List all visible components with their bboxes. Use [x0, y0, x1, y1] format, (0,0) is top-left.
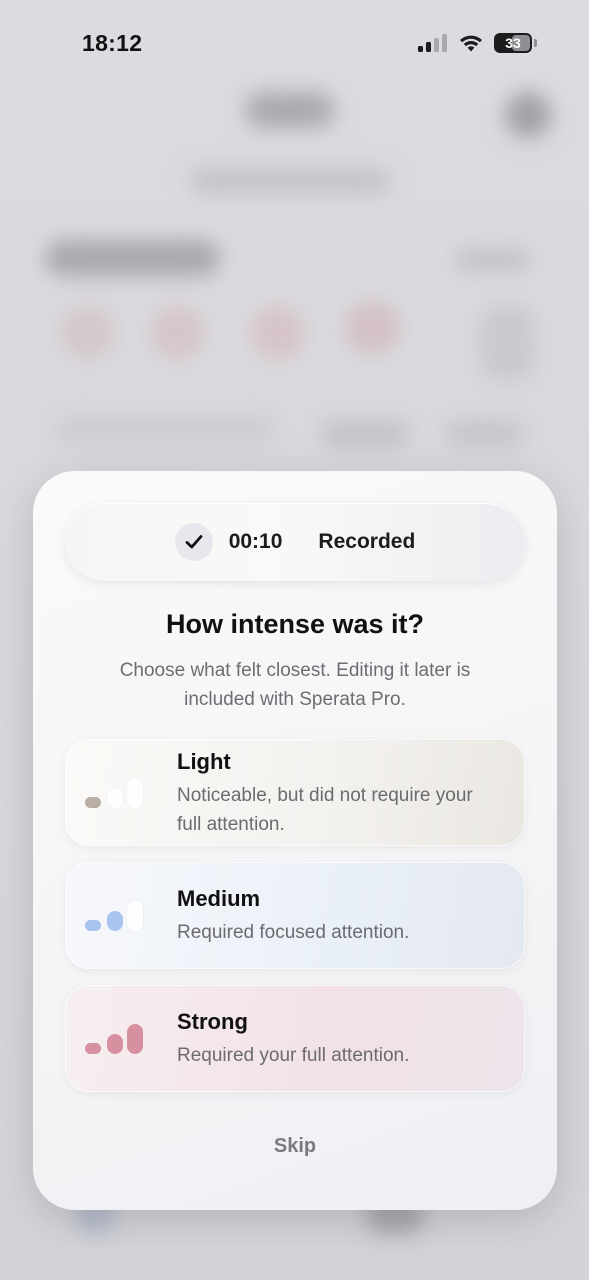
intensity-bar	[107, 911, 123, 931]
option-description: Required your full attention.	[177, 1045, 410, 1066]
battery-tip	[534, 39, 537, 47]
recording-status: Recorded	[318, 530, 416, 553]
bg-blur-chip	[445, 420, 525, 448]
bg-blur-circle	[345, 300, 400, 355]
bg-blur-text	[55, 415, 275, 445]
option-label: Strong	[177, 1009, 248, 1034]
intensity-bar	[85, 920, 101, 931]
battery-level: 33	[505, 35, 521, 51]
recording-duration: 00:10	[228, 530, 283, 553]
battery-icon: 33	[494, 33, 532, 53]
intensity-bars-icon	[85, 774, 147, 808]
bg-blur-circle	[60, 305, 115, 360]
signal-icon	[418, 34, 447, 52]
option-description: Required focused attention.	[177, 922, 410, 943]
bg-blur-subtitle	[190, 168, 390, 194]
status-time: 18:12	[82, 30, 143, 56]
intensity-modal: 00:10 Recorded How intense was it? Choos…	[33, 471, 557, 1210]
intensity-bar	[127, 1024, 143, 1054]
bg-blur-avatar	[505, 92, 551, 138]
bg-blur-circle	[250, 305, 305, 360]
intensity-bars-icon	[85, 1020, 147, 1054]
modal-subtitle: Choose what felt closest. Editing it lat…	[119, 660, 471, 710]
bg-blur-link	[455, 248, 530, 272]
check-circle	[174, 523, 213, 561]
option-description: Noticeable, but did not require your ful…	[177, 785, 473, 835]
bg-blur-circle	[150, 305, 205, 360]
checkmark-icon	[185, 535, 203, 549]
intensity-bar	[85, 797, 101, 808]
intensity-bar	[127, 778, 143, 808]
skip-button[interactable]: Skip	[33, 1135, 557, 1158]
intensity-bar	[107, 1034, 123, 1054]
intensity-bar	[127, 901, 143, 931]
bg-blur-card	[480, 305, 535, 380]
intensity-bar	[107, 788, 123, 808]
intensity-bar	[85, 1043, 101, 1054]
bg-blur-title	[245, 92, 335, 128]
intensity-option-medium[interactable]: Medium Required focused attention.	[65, 862, 525, 969]
status-bar: 18:12 33	[0, 0, 589, 90]
modal-title: How intense was it?	[165, 609, 425, 639]
wifi-icon	[460, 35, 482, 51]
status-icons: 33	[418, 33, 537, 53]
bg-blur-heading	[45, 240, 220, 276]
option-label: Light	[177, 749, 231, 774]
intensity-bars-icon	[85, 897, 147, 931]
intensity-option-light[interactable]: Light Noticeable, but did not require yo…	[65, 739, 525, 846]
bg-blur-chip	[320, 420, 410, 448]
recorded-pill: 00:10 Recorded	[65, 503, 525, 581]
option-label: Medium	[177, 886, 261, 911]
intensity-option-strong[interactable]: Strong Required your full attention.	[65, 985, 525, 1092]
